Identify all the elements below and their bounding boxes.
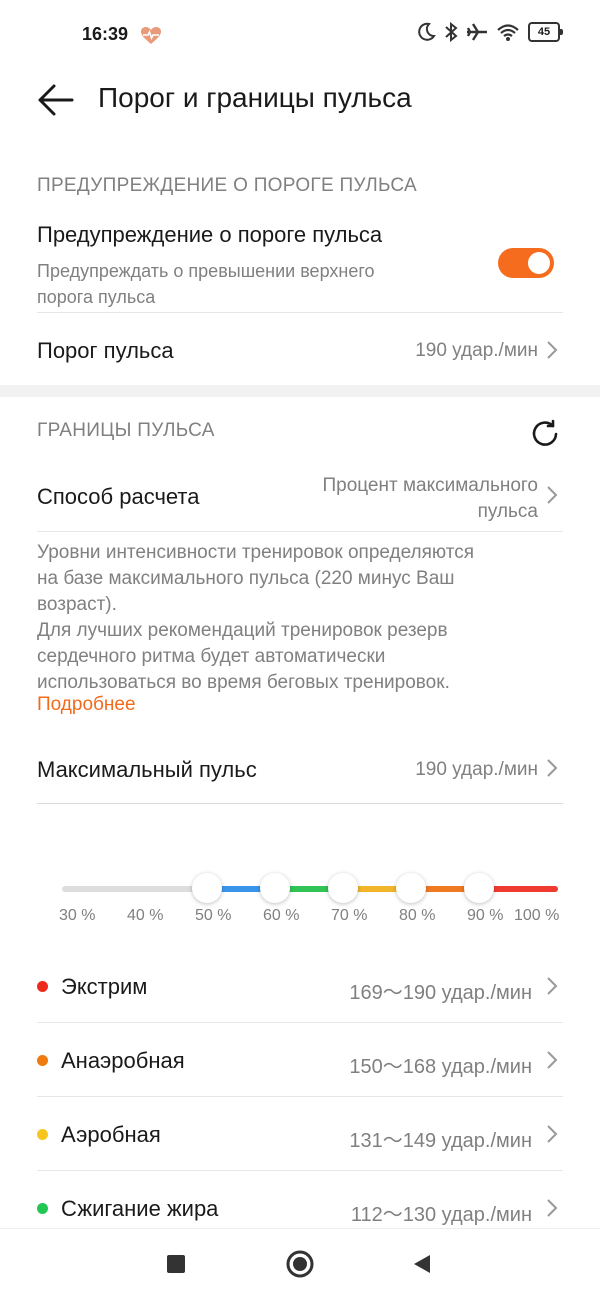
description-text: Уровни интенсивности тренировок определя… — [37, 542, 475, 693]
divider — [37, 1170, 563, 1171]
slider-handle[interactable] — [328, 873, 358, 903]
slider-tick-label: 80 % — [399, 907, 436, 924]
slider-tick-label: 60 % — [263, 907, 300, 924]
page-title: Порог и границы пульса — [98, 82, 412, 113]
slider-tick-label: 100 % — [514, 907, 560, 924]
chevron-right-icon — [547, 341, 558, 359]
warning-toggle-subtitle: Предупреждать о превышении верхнего поро… — [37, 261, 375, 307]
zone-name: Сжигание жира — [61, 1196, 219, 1221]
heart-rate-icon — [141, 27, 161, 44]
bluetooth-icon — [445, 22, 458, 42]
slider-tick-label: 30 % — [59, 907, 96, 924]
system-navigation-bar — [0, 1228, 600, 1300]
recent-apps-icon[interactable] — [167, 1255, 185, 1273]
zone-name: Аэробная — [61, 1122, 161, 1147]
zone-color-dot — [37, 1129, 48, 1140]
zone-slider — [60, 870, 560, 910]
slider-segment — [62, 886, 133, 892]
zone-range: 150～168 удар./мин — [349, 1056, 532, 1078]
max-pulse-row[interactable] — [0, 735, 600, 803]
section-separator — [0, 385, 600, 397]
divider — [37, 1022, 563, 1023]
chevron-right-icon — [547, 1051, 558, 1069]
method-row[interactable] — [0, 465, 600, 531]
moon-icon — [418, 22, 436, 41]
zone-name: Экстрим — [61, 974, 148, 999]
section-heading-limits: ГРАНИЦЫ ПУЛЬСА — [37, 420, 215, 441]
chevron-right-icon — [547, 977, 558, 995]
chevron-right-icon — [547, 759, 558, 777]
zone-range: 112～130 удар./мин — [350, 1204, 532, 1226]
reset-icon[interactable] — [529, 418, 561, 450]
divider — [37, 531, 563, 532]
slider-tick-label: 40 % — [127, 907, 164, 924]
divider — [37, 803, 563, 804]
chevron-right-icon — [547, 1125, 558, 1143]
divider — [37, 1096, 563, 1097]
section-heading-warning: ПРЕДУПРЕЖДЕНИЕ О ПОРОГЕ ПУЛЬСА — [37, 175, 417, 196]
zone-range: 169～190 удар./мин — [349, 982, 532, 1004]
slider-segment — [487, 886, 558, 892]
battery-indicator: 45 — [528, 22, 563, 42]
zone-color-dot — [37, 981, 48, 992]
slider-handle[interactable] — [192, 873, 222, 903]
chevron-right-icon — [547, 486, 558, 504]
slider-tick-label: 90 % — [467, 907, 504, 924]
slider-handle[interactable] — [396, 873, 426, 903]
warning-toggle-switch[interactable] — [498, 248, 554, 278]
back-arrow-icon[interactable] — [36, 80, 76, 120]
divider — [0, 1228, 600, 1229]
zone-color-dot — [37, 1055, 48, 1066]
slider-tick-label: 50 % — [195, 907, 232, 924]
more-link[interactable]: Подробнее — [37, 694, 136, 716]
zone-range: 131～149 удар./мин — [349, 1130, 532, 1152]
toggle-knob — [528, 252, 550, 274]
home-icon[interactable] — [285, 1249, 315, 1279]
chevron-right-icon — [547, 1199, 558, 1217]
status-time: 16:39 — [82, 24, 129, 44]
zone-color-dot — [37, 1203, 48, 1214]
slider-tick-label: 70 % — [331, 907, 368, 924]
slider-handle[interactable] — [260, 873, 290, 903]
warning-toggle-title: Предупреждение о пороге пульса — [37, 222, 383, 247]
zone-name: Анаэробная — [61, 1048, 185, 1073]
status-icons: 45 — [416, 22, 563, 42]
threshold-row[interactable] — [0, 320, 600, 380]
divider — [37, 312, 563, 313]
back-triangle-icon[interactable] — [412, 1253, 432, 1275]
airplane-icon — [466, 23, 487, 41]
slider-handle[interactable] — [464, 873, 494, 903]
wifi-icon — [497, 24, 519, 41]
